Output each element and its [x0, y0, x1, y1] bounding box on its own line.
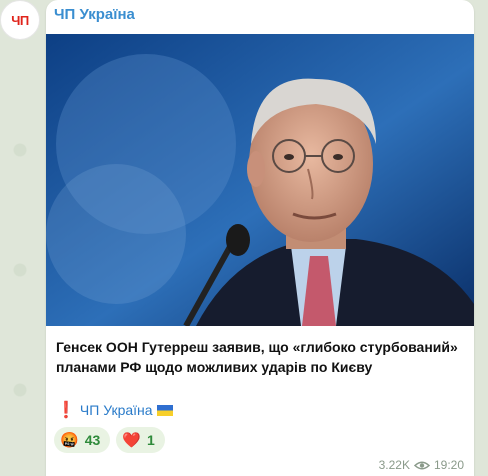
views-count: 3.22K	[378, 458, 410, 472]
ukraine-flag-icon	[156, 404, 173, 416]
channel-avatar[interactable]: ЧП	[0, 0, 40, 40]
heart-icon: ❤️	[122, 432, 141, 449]
post-text: Генсек ООН Гутерреш заявив, що «глибоко …	[56, 339, 458, 375]
signature-link[interactable]: ЧП Україна	[80, 402, 153, 418]
reactions-bar: 🤬 43 ❤️ 1	[54, 427, 165, 453]
avatar-label: ЧП	[11, 12, 29, 28]
reaction-count: 43	[84, 432, 101, 448]
message-bubble: ЧП Україна Генсек ООН Гутерреш заявив, щ…	[46, 0, 474, 476]
reaction-angry[interactable]: 🤬 43	[54, 427, 111, 453]
exclamation-icon: ❗	[56, 402, 76, 419]
channel-name[interactable]: ЧП Україна	[54, 6, 135, 23]
post-signature: ❗ ЧП Україна	[56, 400, 173, 420]
reaction-count: 1	[146, 432, 155, 448]
angry-face-icon: 🤬	[60, 432, 79, 449]
reaction-heart[interactable]: ❤️ 1	[116, 427, 165, 453]
post-photo[interactable]	[46, 34, 474, 326]
portrait-photo	[46, 34, 474, 326]
eye-icon	[413, 461, 430, 469]
message-meta: 3.22K 19:20	[379, 458, 464, 472]
post-time: 19:20	[433, 458, 464, 472]
